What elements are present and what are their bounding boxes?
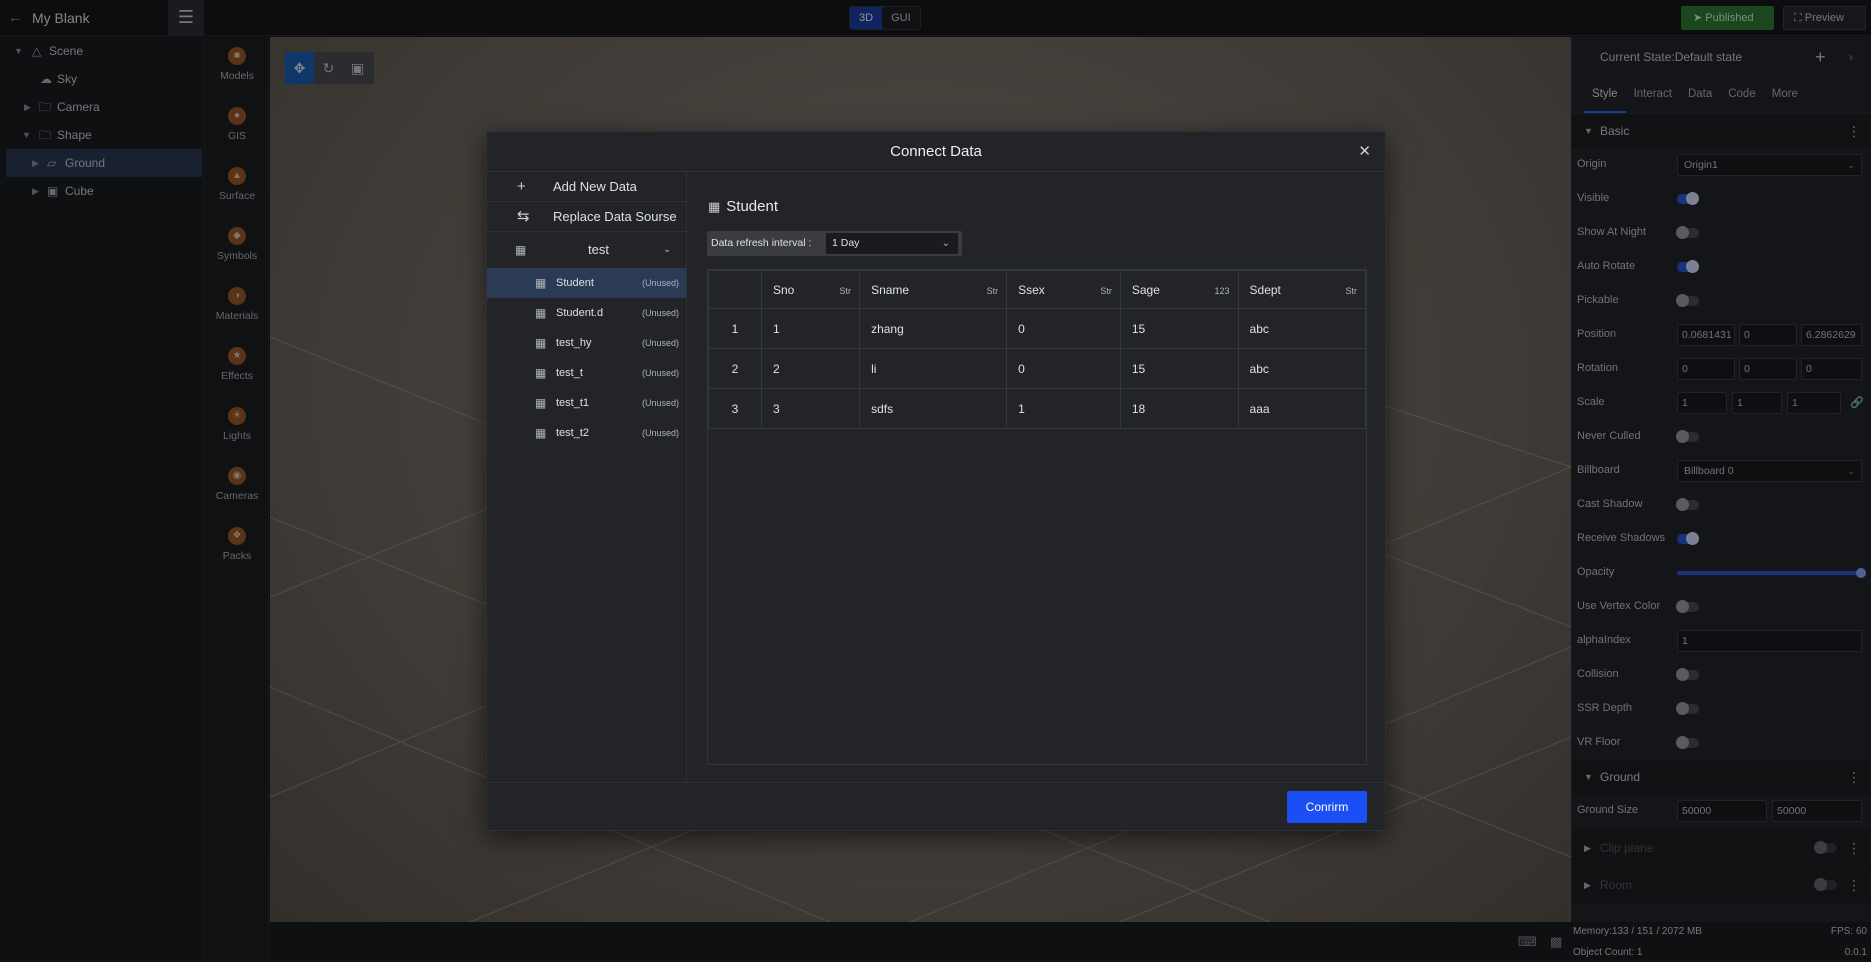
column-type: 123 [1214,286,1230,296]
table-item-student-d[interactable]: ▦ Student.d (Unused) [487,298,686,328]
table-cell[interactable]: 1 [760,308,861,349]
dialog-footer: Conrirm [487,782,1385,832]
column-header[interactable]: Sno Str [760,270,861,309]
data-group-test[interactable]: ▦ test ⌄ [487,232,686,268]
column-header[interactable]: Sage 123 [1119,270,1239,309]
table-cell[interactable]: abc [1237,348,1367,389]
refresh-interval-select[interactable]: 1 Day ⌄ [826,233,958,254]
replace-data-source-button[interactable]: ⇆ Replace Data Sourse [487,202,686,232]
table-cell[interactable]: 0 [1006,348,1121,389]
table-name: Student [556,277,594,289]
refresh-interval-value: 1 Day [832,237,860,249]
refresh-interval-control: Data refresh interval : 1 Day ⌄ [707,231,962,256]
table-cell[interactable]: 2 [760,348,861,389]
table-row: 1 1 zhang 0 15 abc [708,308,1367,349]
data-preview: ▦ Student Data refresh interval : 1 Day ⌄ … [688,172,1385,782]
column-type: Str [1100,286,1112,296]
table-cell[interactable]: abc [1237,308,1367,349]
chevron-down-icon: ⌄ [941,238,950,249]
table-cell[interactable]: 1 [1006,388,1121,429]
table-icon: ▦ [535,396,547,410]
table-cell[interactable]: sdfs [859,388,1008,429]
column-name: Ssex [1018,282,1045,297]
table-status: (Unused) [642,398,680,408]
column-header[interactable]: Sdept Str [1237,270,1367,309]
row-number: 3 [708,388,762,429]
dialog-header: Connect Data ✕ [487,132,1385,172]
table-icon: ▦ [535,276,547,290]
replace-data-source-label: Replace Data Sourse [553,209,677,224]
table-icon: ▦ [708,199,721,214]
plus-icon: + [517,178,526,195]
column-name: Sname [871,282,910,297]
confirm-button[interactable]: Conrirm [1287,791,1367,823]
row-number-header [708,270,762,309]
table-item-test-t[interactable]: ▦ test_t (Unused) [487,358,686,388]
table-item-student[interactable]: ▦ Student (Unused) [487,268,686,298]
table-status: (Unused) [642,278,680,288]
table-item-test-t2[interactable]: ▦ test_t2 (Unused) [487,418,686,448]
table-name: Student.d [556,307,604,319]
table-item-test-hy[interactable]: ▦ test_hy (Unused) [487,328,686,358]
refresh-interval-label: Data refresh interval : [711,237,812,249]
table-title: ▦ Student [708,198,778,215]
table-name: test_t1 [556,397,590,409]
table-row: 3 3 sdfs 1 18 aaa [708,388,1367,429]
table-name: test_t2 [556,427,590,439]
column-type: Str [986,286,999,296]
table-cell[interactable]: 3 [760,388,861,429]
connect-data-dialog: Connect Data ✕ + Add New Data ⇆ Replace Dat… [486,131,1386,831]
row-number: 2 [708,348,762,389]
header-row: Sno Str Sname Str Ssex Str Sage 123 Sdept Str [708,270,1367,309]
dialog-title: Connect Data [890,143,982,160]
table-cell[interactable]: 18 [1119,388,1239,429]
table-cell[interactable]: li [859,348,1008,389]
table-cell[interactable]: 15 [1119,308,1239,349]
table-icon: ▦ [535,426,547,440]
column-type: Str [839,286,852,296]
close-icon[interactable]: ✕ [1358,132,1371,172]
data-grid: Sno Str Sname Str Ssex Str Sage 123 Sdept Str… [707,269,1367,765]
swap-icon: ⇆ [517,208,530,225]
table-cell[interactable]: aaa [1237,388,1367,429]
table-icon: ▦ [535,306,547,320]
table-cell[interactable]: 15 [1119,348,1239,389]
table-title-text: Student [726,198,779,215]
column-name: Sdept [1249,282,1281,297]
table-status: (Unused) [642,338,680,348]
table-item-test-t1[interactable]: ▦ test_t1 (Unused) [487,388,686,418]
table-row: 2 2 li 0 15 abc [708,348,1367,389]
add-new-data-button[interactable]: + Add New Data [487,172,686,202]
data-source-list: + Add New Data ⇆ Replace Data Sourse ▦ test… [487,172,687,782]
table-cell[interactable]: zhang [859,308,1008,349]
row-number: 1 [708,308,762,349]
column-header[interactable]: Sname Str [859,270,1008,309]
table-icon: ▦ [535,366,547,380]
group-name: test [588,242,609,257]
table-icon: ▦ [515,243,527,257]
table-status: (Unused) [642,368,680,378]
table-status: (Unused) [642,308,680,318]
column-name: Sno [773,282,795,297]
table-status: (Unused) [642,428,680,438]
table-cell[interactable]: 0 [1006,308,1121,349]
column-header[interactable]: Ssex Str [1006,270,1121,309]
chevron-down-icon: ⌄ [663,244,672,255]
table-icon: ▦ [535,336,547,350]
table-name: test_hy [556,337,592,349]
column-type: Str [1345,286,1357,296]
table-name: test_t [556,367,583,379]
column-name: Sage [1131,282,1160,297]
add-new-data-label: Add New Data [553,179,637,194]
